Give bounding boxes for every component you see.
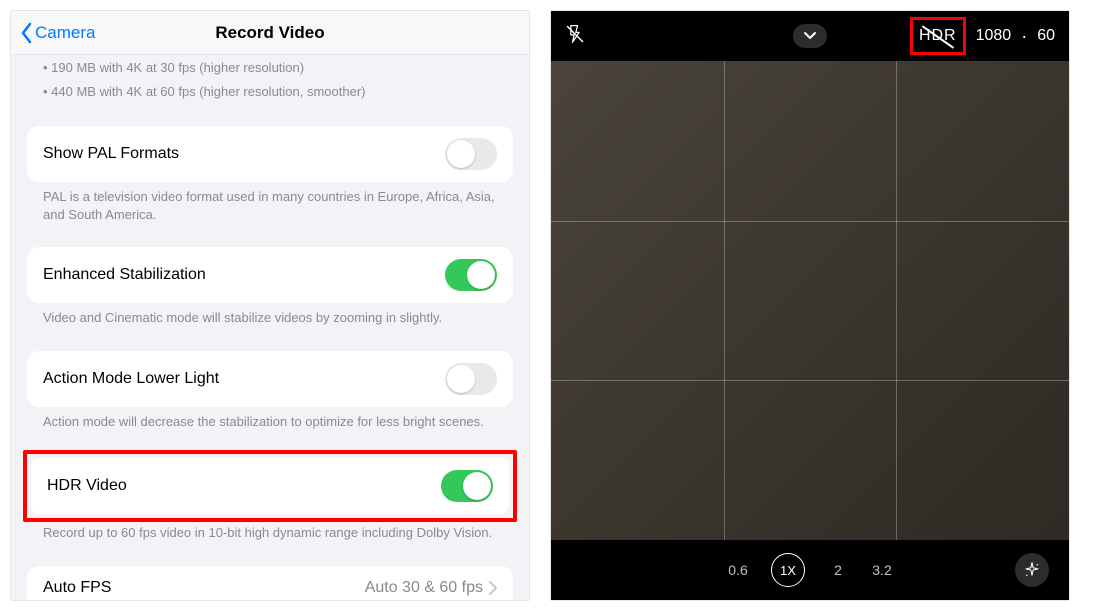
row-auto-fps[interactable]: Auto FPS Auto 30 & 60 fps (27, 566, 513, 600)
camera-top-bar: HDR 1080 · 60 (551, 11, 1069, 61)
toggle-pal[interactable] (445, 138, 497, 170)
back-button[interactable]: Camera (19, 22, 95, 44)
toggle-action-mode[interactable] (445, 363, 497, 395)
row-footer-hdr: Record up to 60 fps video in 10-bit high… (27, 518, 513, 542)
zoom-level-0[interactable]: 0.6 (727, 562, 749, 578)
toggle-stabilization[interactable] (445, 259, 497, 291)
row-footer-action: Action mode will decrease the stabilizat… (27, 407, 513, 431)
fps-button[interactable]: 60 (1037, 27, 1055, 45)
dot-separator-icon: · (1021, 27, 1027, 45)
row-enhanced-stabilization[interactable]: Enhanced Stabilization (27, 247, 513, 303)
row-title: Show PAL Formats (43, 145, 179, 163)
chevron-left-icon (19, 22, 33, 44)
camera-zoom-bar: 0.6 1X 2 3.2 (551, 540, 1069, 600)
chevron-down-icon (803, 31, 817, 41)
row-title: Enhanced Stabilization (43, 266, 206, 284)
row-value-auto-fps: Auto 30 & 60 fps (365, 579, 497, 597)
effects-button[interactable] (1015, 553, 1049, 587)
highlight-hdr-indicator: HDR (910, 17, 966, 55)
zoom-level-1-active[interactable]: 1X (771, 553, 805, 587)
page-title: Record Video (215, 23, 324, 43)
zoom-level-3[interactable]: 3.2 (871, 562, 893, 578)
row-action-mode-lower-light[interactable]: Action Mode Lower Light (27, 351, 513, 407)
highlight-hdr-video: HDR Video (23, 450, 517, 522)
hdr-toggle-button[interactable]: HDR (919, 27, 957, 45)
grid-line-h1 (551, 221, 1069, 222)
grid-line-v1 (724, 61, 725, 540)
back-label: Camera (35, 23, 95, 43)
zoom-label: 1X (780, 563, 796, 578)
zoom-level-2[interactable]: 2 (827, 562, 849, 578)
chevron-right-icon (489, 581, 497, 595)
row-show-pal-formats[interactable]: Show PAL Formats (27, 126, 513, 182)
row-footer-pal: PAL is a television video format used in… (27, 182, 513, 223)
row-footer-stab: Video and Cinematic mode will stabilize … (27, 303, 513, 327)
settings-header: Camera Record Video (11, 11, 529, 55)
row-title: HDR Video (47, 477, 127, 495)
flash-off-icon (565, 24, 585, 44)
grid-line-v2 (896, 61, 897, 540)
row-title: Auto FPS (43, 579, 111, 597)
row-value-text: Auto 30 & 60 fps (365, 579, 483, 597)
toggle-hdr-video[interactable] (441, 470, 493, 502)
settings-content: 190 MB with 4K at 30 fps (higher resolut… (11, 55, 529, 600)
row-hdr-video[interactable]: HDR Video (31, 458, 509, 514)
grid-line-h2 (551, 380, 1069, 381)
storage-info-line-1: 190 MB with 4K at 30 fps (higher resolut… (27, 55, 513, 79)
camera-app-screen: HDR 1080 · 60 0.6 1X 2 3.2 (550, 10, 1070, 601)
settings-record-video-screen: Camera Record Video 190 MB with 4K at 30… (10, 10, 530, 601)
camera-controls-expand-button[interactable] (793, 24, 827, 48)
camera-top-right: HDR 1080 · 60 (910, 17, 1055, 55)
resolution-button[interactable]: 1080 (976, 27, 1012, 45)
camera-viewfinder[interactable] (551, 61, 1069, 540)
row-title: Action Mode Lower Light (43, 370, 219, 388)
flash-off-button[interactable] (565, 24, 585, 49)
sparkle-icon (1023, 561, 1041, 579)
storage-info-line-2: 440 MB with 4K at 60 fps (higher resolut… (27, 79, 513, 103)
